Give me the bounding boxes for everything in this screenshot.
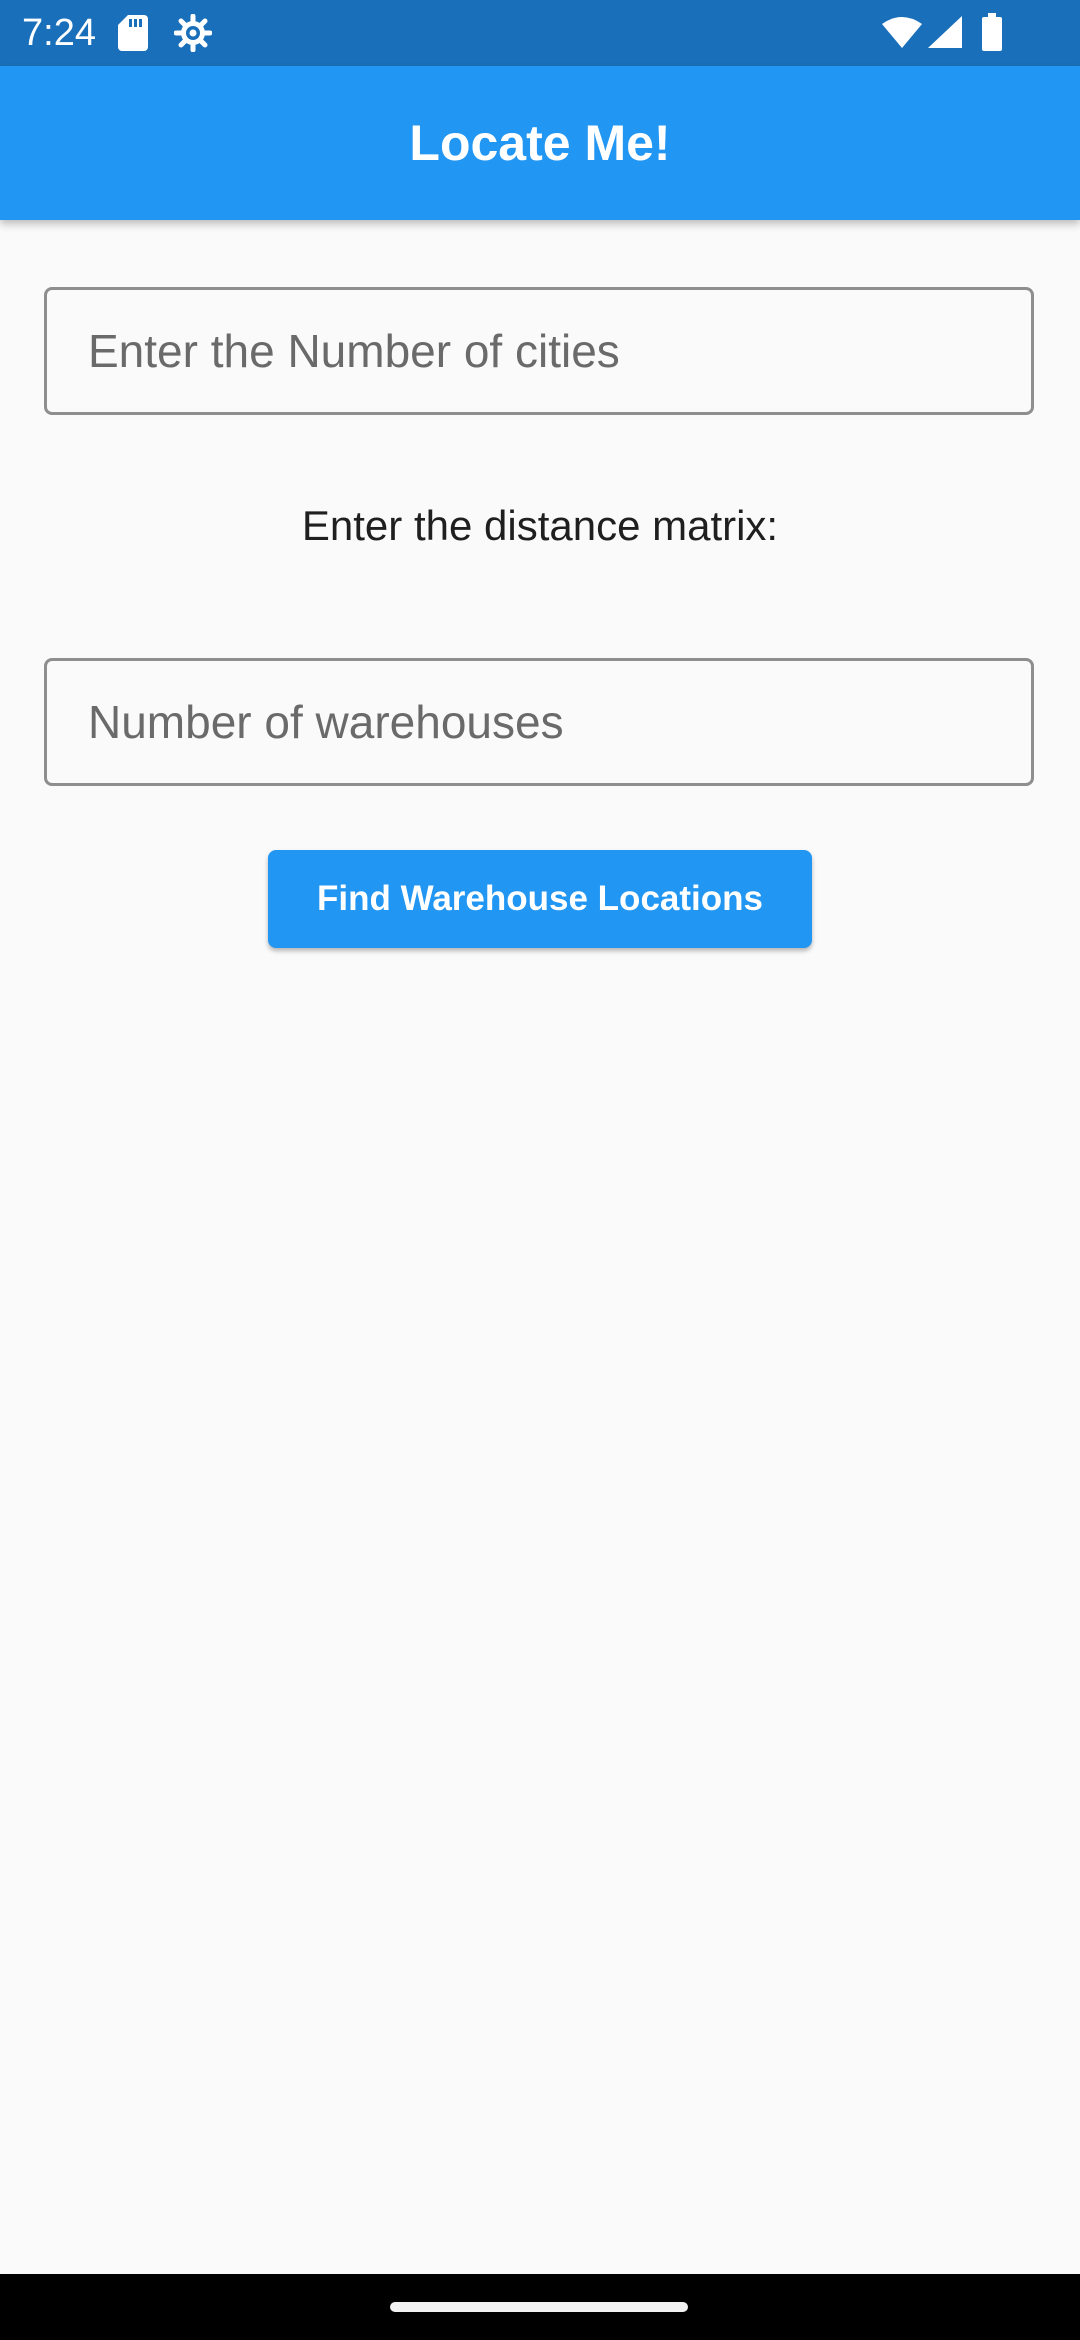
distance-matrix-label: Enter the distance matrix: (301, 502, 779, 549)
number-of-warehouses-input[interactable] (44, 658, 1034, 786)
sd-card-icon (118, 15, 148, 51)
settings-gear-icon (174, 14, 212, 52)
battery-icon (982, 13, 1002, 51)
app-bar: Locate Me! (0, 66, 1080, 220)
status-time: 7:24 (22, 12, 96, 54)
page-title: Locate Me! (409, 115, 671, 171)
navigation-bar (0, 2274, 1080, 2340)
status-bar: 7:24 (0, 0, 1080, 66)
cellular-signal-icon (928, 16, 962, 48)
wifi-icon (882, 17, 922, 48)
home-indicator[interactable] (390, 2302, 688, 2312)
find-warehouse-locations-button[interactable]: Find Warehouse Locations (268, 850, 812, 948)
number-of-cities-input[interactable] (44, 287, 1034, 415)
